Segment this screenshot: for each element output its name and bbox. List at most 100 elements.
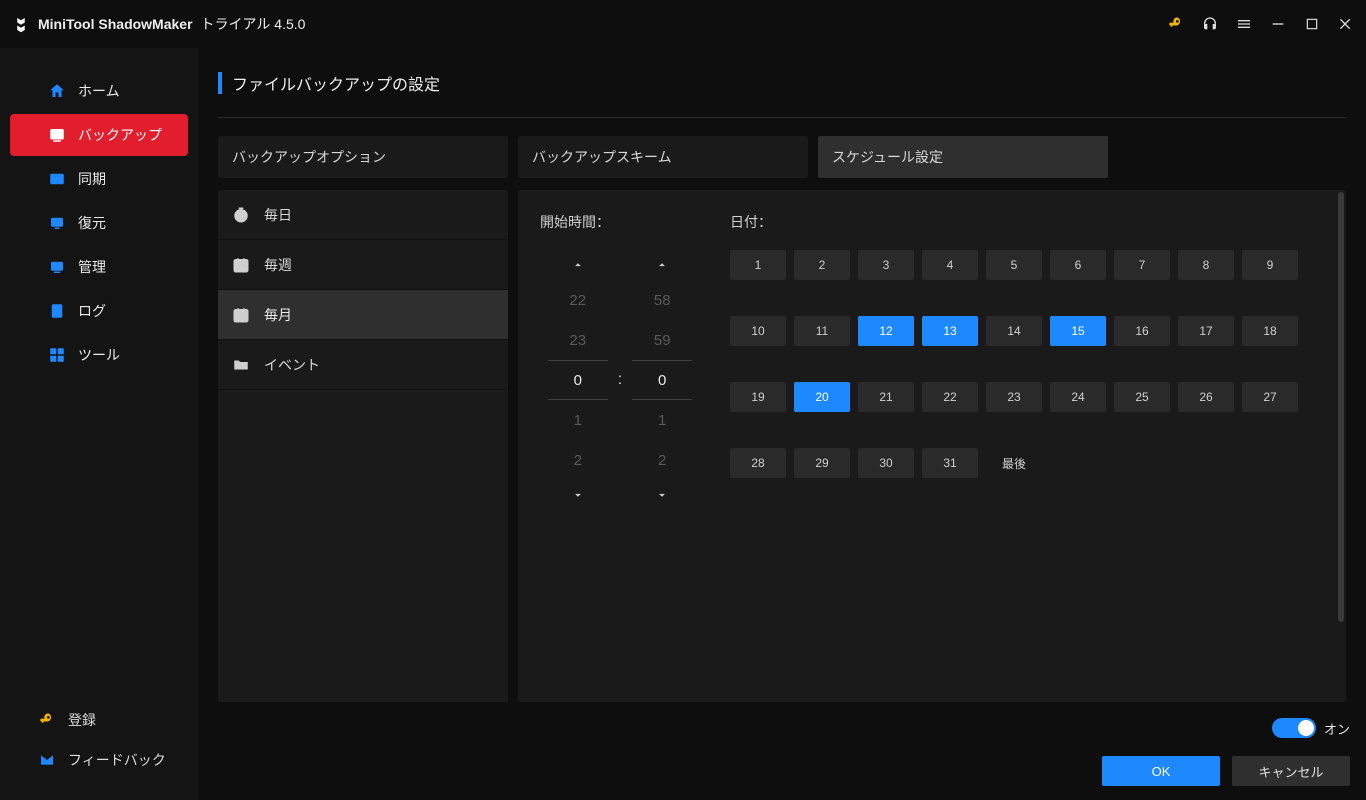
hour-up-arrow[interactable] xyxy=(548,250,608,280)
menu-icon[interactable] xyxy=(1236,16,1252,32)
date-cell[interactable]: 6 xyxy=(1050,250,1106,280)
minute-value[interactable]: 58 xyxy=(632,280,692,320)
scrollbar-thumb[interactable] xyxy=(1338,192,1344,622)
toggle-knob xyxy=(1298,720,1314,736)
toggle-label: オン xyxy=(1324,719,1350,738)
date-cell[interactable]: 18 xyxy=(1242,316,1298,346)
time-picker: 22 23 0 1 2 : xyxy=(540,250,700,510)
sidebar: ホーム バックアップ 同期 復元 xyxy=(0,48,198,800)
sidebar-item-sync[interactable]: 同期 xyxy=(10,158,188,200)
sync-icon xyxy=(48,170,66,188)
time-colon: : xyxy=(618,360,622,400)
date-cell[interactable]: 21 xyxy=(858,382,914,412)
date-cell[interactable]: 23 xyxy=(986,382,1042,412)
freq-item-label: 毎週 xyxy=(264,255,292,275)
date-cell[interactable]: 4 xyxy=(922,250,978,280)
date-column: 日付： 123456789101112131415161718192021222… xyxy=(730,212,1324,702)
manage-icon xyxy=(48,258,66,276)
date-cell[interactable]: 30 xyxy=(858,448,914,478)
folder-icon xyxy=(232,356,250,374)
minute-value-selected[interactable]: 0 xyxy=(632,360,692,400)
date-cell[interactable]: 2 xyxy=(794,250,850,280)
sidebar-item-manage[interactable]: 管理 xyxy=(10,246,188,288)
date-cell[interactable]: 14 xyxy=(986,316,1042,346)
frequency-list: 毎日 毎週 毎月 xyxy=(218,190,508,702)
date-cell[interactable]: 13 xyxy=(922,316,978,346)
sidebar-item-label: 復元 xyxy=(78,213,106,233)
date-cell[interactable]: 8 xyxy=(1178,250,1234,280)
freq-item-monthly[interactable]: 毎月 xyxy=(218,290,508,340)
close-icon[interactable] xyxy=(1338,16,1354,32)
tab-options[interactable]: バックアップオプション xyxy=(218,136,508,178)
date-cell[interactable]: 22 xyxy=(922,382,978,412)
headphone-icon[interactable] xyxy=(1202,16,1218,32)
hour-down-arrow[interactable] xyxy=(548,480,608,510)
tab-label: バックアップオプション xyxy=(232,147,386,167)
hour-value-selected[interactable]: 0 xyxy=(548,360,608,400)
date-cell[interactable]: 28 xyxy=(730,448,786,478)
cancel-button[interactable]: キャンセル xyxy=(1232,756,1350,786)
hour-value[interactable]: 23 xyxy=(548,320,608,360)
date-cell[interactable]: 1 xyxy=(730,250,786,280)
date-cell[interactable]: 25 xyxy=(1114,382,1170,412)
date-cell[interactable]: 26 xyxy=(1178,382,1234,412)
sidebar-item-home[interactable]: ホーム xyxy=(10,70,188,112)
sidebar-item-label: ホーム xyxy=(78,81,120,101)
date-cell[interactable]: 17 xyxy=(1178,316,1234,346)
home-icon xyxy=(48,82,66,100)
date-cell[interactable]: 24 xyxy=(1050,382,1106,412)
date-cell[interactable]: 31 xyxy=(922,448,978,478)
minute-value[interactable]: 59 xyxy=(632,320,692,360)
freq-item-event[interactable]: イベント xyxy=(218,340,508,390)
sidebar-item-backup[interactable]: バックアップ xyxy=(10,114,188,156)
tab-scheme[interactable]: バックアップスキーム xyxy=(518,136,808,178)
freq-item-label: イベント xyxy=(264,355,320,375)
hour-value[interactable]: 1 xyxy=(548,400,608,440)
tab-schedule[interactable]: スケジュール設定 xyxy=(818,136,1108,178)
hour-value[interactable]: 2 xyxy=(548,440,608,480)
date-cell-last[interactable]: 最後 xyxy=(986,448,1042,478)
key-icon[interactable] xyxy=(1168,16,1184,32)
date-cell[interactable]: 29 xyxy=(794,448,850,478)
hour-value[interactable]: 22 xyxy=(548,280,608,320)
date-cell[interactable]: 9 xyxy=(1242,250,1298,280)
toggle-switch[interactable] xyxy=(1272,718,1316,738)
grid-row-gap xyxy=(730,354,1298,374)
sidebar-bottom-feedback[interactable]: フィードバック xyxy=(0,740,198,780)
date-cell[interactable]: 5 xyxy=(986,250,1042,280)
date-cell[interactable]: 7 xyxy=(1114,250,1170,280)
hour-spinner: 22 23 0 1 2 xyxy=(548,250,608,510)
ok-button[interactable]: OK xyxy=(1102,756,1220,786)
sidebar-bottom-register[interactable]: 登録 xyxy=(0,700,198,740)
tab-label: バックアップスキーム xyxy=(532,147,672,167)
date-cell[interactable]: 19 xyxy=(730,382,786,412)
footer: オン OK キャンセル xyxy=(1102,718,1350,786)
date-cell[interactable]: 27 xyxy=(1242,382,1298,412)
scrollbar[interactable] xyxy=(1338,192,1344,700)
date-cell[interactable]: 10 xyxy=(730,316,786,346)
sidebar-item-restore[interactable]: 復元 xyxy=(10,202,188,244)
minute-down-arrow[interactable] xyxy=(632,480,692,510)
schedule-toggle: オン xyxy=(1272,718,1350,738)
minute-value[interactable]: 1 xyxy=(632,400,692,440)
date-cell[interactable]: 3 xyxy=(858,250,914,280)
sidebar-item-label: 同期 xyxy=(78,169,106,189)
log-icon xyxy=(48,302,66,320)
sidebar-item-log[interactable]: ログ xyxy=(10,290,188,332)
date-cell[interactable]: 20 xyxy=(794,382,850,412)
minute-value[interactable]: 2 xyxy=(632,440,692,480)
date-cell[interactable]: 12 xyxy=(858,316,914,346)
maximize-icon[interactable] xyxy=(1304,16,1320,32)
freq-item-daily[interactable]: 毎日 xyxy=(218,190,508,240)
date-cell[interactable]: 16 xyxy=(1114,316,1170,346)
date-label: 日付： xyxy=(730,212,1324,232)
sidebar-item-label: 管理 xyxy=(78,257,106,277)
minute-up-arrow[interactable] xyxy=(632,250,692,280)
date-cell[interactable]: 11 xyxy=(794,316,850,346)
tools-icon xyxy=(48,346,66,364)
date-cell[interactable]: 15 xyxy=(1050,316,1106,346)
ok-button-label: OK xyxy=(1152,764,1171,779)
sidebar-item-tools[interactable]: ツール xyxy=(10,334,188,376)
minimize-icon[interactable] xyxy=(1270,16,1286,32)
freq-item-weekly[interactable]: 毎週 xyxy=(218,240,508,290)
